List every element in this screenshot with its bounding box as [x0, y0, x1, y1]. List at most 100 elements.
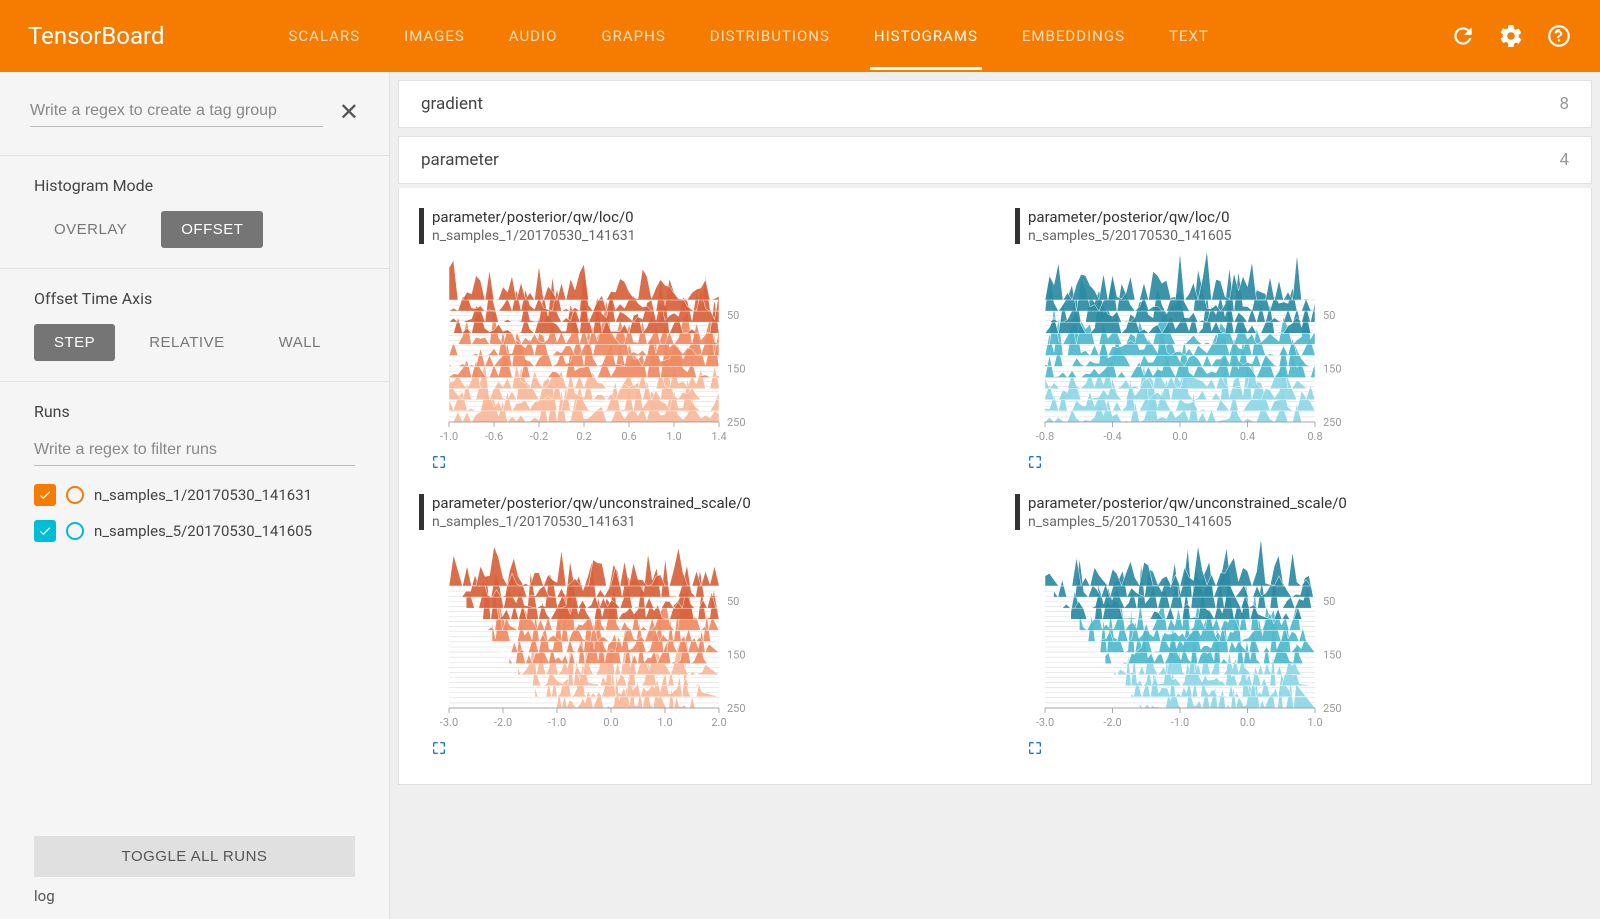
histogram-chart: 50 150 250 -3.0 -2.0 -1.0 0.0 1.0 [1015, 536, 1375, 736]
category-parameter[interactable]: parameter 4 [398, 136, 1592, 184]
help-icon[interactable] [1546, 23, 1572, 49]
sidebar: ✕ Histogram Mode OVERLAY OFFSET Offset T… [0, 72, 390, 919]
offset-button[interactable]: OFFSET [161, 211, 263, 248]
run-color-ring[interactable] [66, 486, 84, 504]
category-count: 8 [1559, 94, 1569, 114]
histogram-chart: 50150250-1.0-0.6-0.20.20.61.01.4 [419, 250, 779, 450]
runs-filter-input[interactable] [34, 435, 355, 466]
svg-text:0.0: 0.0 [1172, 430, 1187, 443]
tag-filter-input[interactable] [30, 96, 323, 127]
tab-text[interactable]: TEXT [1165, 3, 1213, 70]
chart-title: parameter/posterior/qw/loc/0 [1028, 208, 1232, 226]
svg-text:250: 250 [727, 416, 746, 429]
category-name: gradient [421, 94, 483, 114]
expand-icon[interactable] [1027, 454, 1043, 474]
svg-text:0.6: 0.6 [621, 430, 636, 443]
svg-text:1.0: 1.0 [1307, 716, 1322, 729]
svg-text:0.0: 0.0 [1240, 716, 1255, 729]
svg-text:150: 150 [727, 649, 746, 662]
histogram-mode-title: Histogram Mode [34, 176, 355, 195]
svg-text:250: 250 [727, 702, 746, 715]
svg-text:0.8: 0.8 [1307, 430, 1322, 443]
svg-text:-1.0: -1.0 [440, 430, 458, 443]
run-name: n_samples_5/20170530_141605 [94, 522, 312, 540]
run-color-ring[interactable] [66, 522, 84, 540]
category-gradient[interactable]: gradient 8 [398, 80, 1592, 128]
tab-histograms[interactable]: HISTOGRAMS [870, 3, 982, 70]
svg-text:50: 50 [727, 309, 739, 322]
expand-icon[interactable] [1027, 740, 1043, 760]
expand-icon[interactable] [431, 740, 447, 760]
svg-text:250: 250 [1323, 702, 1342, 715]
chart-title: parameter/posterior/qw/loc/0 [432, 208, 636, 226]
chart-cell: parameter/posterior/qw/loc/0 n_samples_5… [1015, 200, 1571, 478]
expand-icon[interactable] [431, 454, 447, 474]
run-name: n_samples_1/20170530_141631 [94, 486, 312, 504]
svg-text:0.4: 0.4 [1240, 430, 1255, 443]
chart-cell: parameter/posterior/qw/loc/0 n_samples_1… [419, 200, 975, 478]
tab-embeddings[interactable]: EMBEDDINGS [1018, 3, 1129, 70]
relative-button[interactable]: RELATIVE [129, 324, 244, 361]
histogram-chart: 50 150 250 -3.0 -2.0 -1.0 0.0 1.0 2.0 [419, 536, 779, 736]
toggle-all-runs-button[interactable]: TOGGLE ALL RUNS [34, 836, 355, 877]
svg-text:-2.0: -2.0 [494, 716, 512, 729]
wall-button[interactable]: WALL [259, 324, 341, 361]
clear-filter-icon[interactable]: ✕ [339, 98, 359, 126]
chart-subtitle: n_samples_5/20170530_141605 [1028, 228, 1232, 244]
svg-text:0.0: 0.0 [603, 716, 618, 729]
svg-text:1.0: 1.0 [666, 430, 681, 443]
overlay-button[interactable]: OVERLAY [34, 211, 147, 248]
run-row: n_samples_1/20170530_141631 [34, 484, 355, 506]
tab-graphs[interactable]: GRAPHS [597, 3, 669, 70]
category-count: 4 [1559, 150, 1569, 170]
histogram-mode-section: Histogram Mode OVERLAY OFFSET [0, 155, 389, 268]
svg-text:2.0: 2.0 [711, 716, 726, 729]
svg-text:-3.0: -3.0 [1036, 716, 1054, 729]
gear-icon[interactable] [1498, 23, 1524, 49]
chart-subtitle: n_samples_1/20170530_141631 [432, 228, 636, 244]
svg-text:50: 50 [727, 595, 739, 608]
svg-text:0.2: 0.2 [576, 430, 591, 443]
svg-text:50: 50 [1323, 309, 1335, 322]
tab-audio[interactable]: AUDIO [505, 3, 562, 70]
chart-cell: parameter/posterior/qw/unconstrained_sca… [1015, 486, 1571, 764]
svg-text:-1.0: -1.0 [548, 716, 566, 729]
runs-section: Runs n_samples_1/20170530_141631 n_sampl… [0, 381, 389, 576]
header-icons [1450, 23, 1572, 49]
run-checkbox[interactable] [34, 484, 56, 506]
svg-text:150: 150 [1323, 363, 1342, 376]
svg-text:-0.2: -0.2 [530, 430, 548, 443]
svg-text:1.0: 1.0 [657, 716, 672, 729]
svg-text:150: 150 [727, 363, 746, 376]
category-name: parameter [421, 150, 499, 170]
svg-text:-3.0: -3.0 [440, 716, 458, 729]
main-layout: ✕ Histogram Mode OVERLAY OFFSET Offset T… [0, 72, 1600, 919]
svg-text:250: 250 [1323, 416, 1342, 429]
nav-tabs: SCALARS IMAGES AUDIO GRAPHS DISTRIBUTION… [285, 3, 1451, 70]
svg-text:50: 50 [1323, 595, 1335, 608]
tab-scalars[interactable]: SCALARS [285, 3, 365, 70]
run-checkbox[interactable] [34, 520, 56, 542]
step-button[interactable]: STEP [34, 324, 115, 361]
offset-axis-title: Offset Time Axis [34, 289, 355, 308]
svg-text:-2.0: -2.0 [1103, 716, 1121, 729]
chart-cell: parameter/posterior/qw/unconstrained_sca… [419, 486, 975, 764]
tab-images[interactable]: IMAGES [400, 3, 469, 70]
offset-axis-section: Offset Time Axis STEP RELATIVE WALL [0, 268, 389, 381]
chart-subtitle: n_samples_1/20170530_141631 [432, 514, 751, 530]
chart-title: parameter/posterior/qw/unconstrained_sca… [1028, 494, 1347, 512]
app-header: TensorBoard SCALARS IMAGES AUDIO GRAPHS … [0, 0, 1600, 72]
app-logo: TensorBoard [28, 22, 165, 50]
refresh-icon[interactable] [1450, 23, 1476, 49]
tab-distributions[interactable]: DISTRIBUTIONS [706, 3, 834, 70]
svg-text:-0.6: -0.6 [485, 430, 503, 443]
chart-subtitle: n_samples_5/20170530_141605 [1028, 514, 1347, 530]
runs-title: Runs [34, 402, 355, 421]
run-row: n_samples_5/20170530_141605 [34, 520, 355, 542]
svg-text:-1.0: -1.0 [1171, 716, 1189, 729]
histogram-chart: 50150250-0.8-0.40.00.40.8 [1015, 250, 1375, 450]
chart-grid: parameter/posterior/qw/loc/0 n_samples_1… [398, 188, 1592, 785]
tag-filter-row: ✕ [0, 96, 389, 135]
log-label: log [0, 887, 389, 919]
svg-text:150: 150 [1323, 649, 1342, 662]
